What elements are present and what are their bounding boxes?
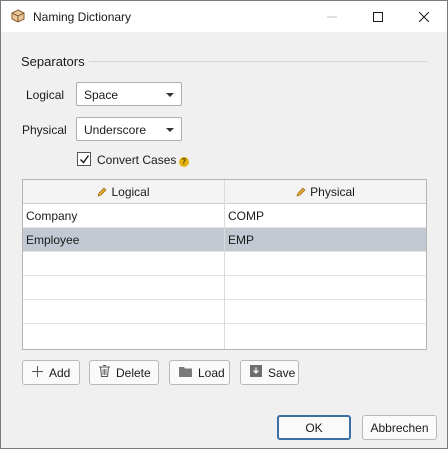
- help-icon[interactable]: ?: [179, 157, 189, 167]
- title-bar[interactable]: Naming Dictionary: [1, 1, 447, 32]
- load-button-label: Load: [198, 365, 225, 380]
- pencil-icon: [98, 187, 107, 196]
- logical-separator-select[interactable]: Space: [76, 82, 182, 106]
- box-icon: [11, 9, 25, 23]
- minimize-button[interactable]: [309, 1, 355, 32]
- window-title: Naming Dictionary: [33, 10, 132, 24]
- save-button[interactable]: Save: [240, 360, 299, 385]
- close-button[interactable]: [401, 1, 447, 32]
- dialog-window: Naming Dictionary Separators Logical Spa…: [0, 0, 448, 449]
- delete-button[interactable]: Delete: [89, 360, 159, 385]
- minimize-icon: [327, 12, 337, 22]
- convert-cases-checkbox[interactable]: [77, 152, 91, 166]
- column-header-label: Logical: [111, 184, 150, 199]
- logical-separator-value: Space: [84, 88, 119, 102]
- column-header-logical[interactable]: Logical: [23, 180, 224, 203]
- group-divider: [89, 61, 427, 62]
- table-cell[interactable]: COMP: [228, 209, 264, 223]
- add-button[interactable]: Add: [22, 360, 80, 385]
- physical-label: Physical: [22, 123, 67, 137]
- column-divider: [224, 180, 225, 349]
- table-cell[interactable]: Employee: [26, 233, 79, 247]
- close-icon: [419, 11, 429, 22]
- table-cell[interactable]: EMP: [228, 233, 254, 247]
- trash-icon: [99, 365, 110, 380]
- delete-button-label: Delete: [116, 365, 151, 380]
- convert-cases-label: Convert Cases: [97, 153, 177, 167]
- dictionary-table: Logical Physical Company COMP Employee E…: [22, 179, 427, 350]
- column-header-label: Physical: [310, 184, 355, 199]
- folder-icon: [179, 366, 192, 380]
- save-button-label: Save: [268, 365, 296, 380]
- save-icon: [250, 365, 262, 380]
- separators-group-label: Separators: [21, 54, 85, 69]
- chevron-down-icon: [166, 128, 174, 132]
- cancel-button[interactable]: Abbrechen: [362, 415, 437, 440]
- add-button-label: Add: [49, 365, 71, 380]
- maximize-icon: [373, 11, 383, 22]
- column-header-physical[interactable]: Physical: [225, 180, 426, 203]
- physical-separator-value: Underscore: [84, 123, 147, 137]
- maximize-button[interactable]: [355, 1, 401, 32]
- cancel-button-label: Abbrechen: [370, 420, 429, 435]
- ok-button[interactable]: OK: [277, 415, 351, 440]
- pencil-icon: [296, 187, 306, 196]
- ok-button-label: OK: [305, 420, 323, 435]
- table-cell[interactable]: Company: [26, 209, 77, 223]
- physical-separator-select[interactable]: Underscore: [76, 117, 182, 141]
- load-button[interactable]: Load: [169, 360, 230, 385]
- checkmark-icon: [80, 155, 90, 164]
- plus-icon: [32, 365, 43, 380]
- chevron-down-icon: [166, 93, 174, 97]
- logical-label: Logical: [26, 88, 65, 102]
